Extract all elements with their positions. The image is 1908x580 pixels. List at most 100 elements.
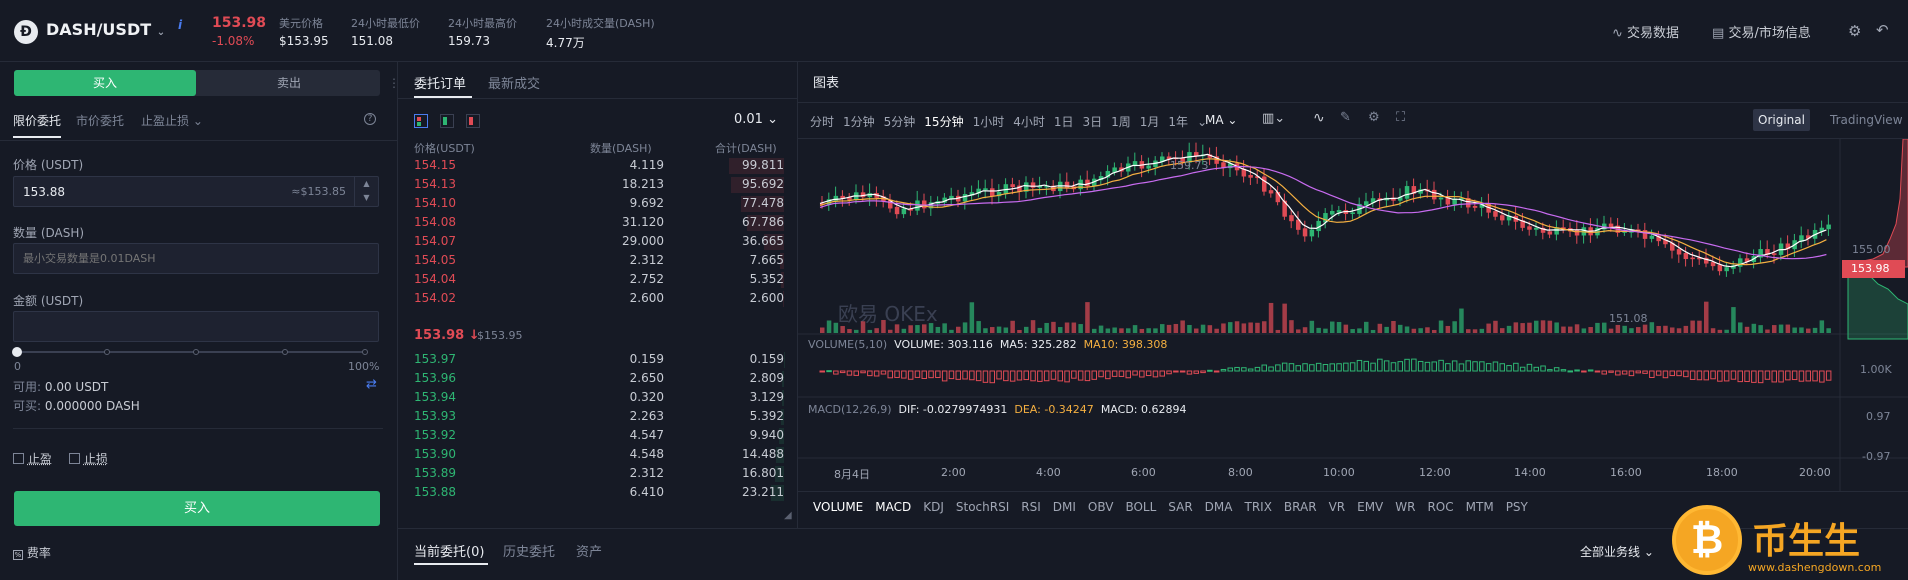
indicator-tab[interactable]: BRAR: [1284, 500, 1317, 514]
resize-handle-icon[interactable]: ◢: [784, 510, 792, 521]
submit-buy-button[interactable]: 买入: [14, 491, 380, 526]
candlestick-chart[interactable]: 欧易 OKEx: [798, 139, 1908, 491]
fullscreen-icon[interactable]: ⛶: [1396, 110, 1405, 125]
indicator-tab[interactable]: EMV: [1357, 500, 1383, 514]
indicator-tab[interactable]: DMA: [1205, 500, 1233, 514]
take-profit-option[interactable]: 止盈: [13, 450, 52, 467]
view-bids-icon[interactable]: [440, 114, 454, 128]
tab-latest-trades[interactable]: 最新成交: [488, 73, 540, 92]
transfer-icon[interactable]: ⇄: [366, 377, 377, 392]
amount-input[interactable]: [13, 243, 379, 274]
volume-bar: [1527, 322, 1532, 333]
ask-row[interactable]: 154.07 29.000 36.665: [414, 233, 784, 251]
interval-option[interactable]: 5分钟: [884, 115, 916, 129]
macd-bar: [873, 370, 880, 377]
ask-row[interactable]: 154.13 18.213 95.692: [414, 176, 784, 194]
bid-row[interactable]: 153.96 2.650 2.809: [414, 370, 784, 388]
slider-tick[interactable]: [362, 349, 368, 355]
pair-selector[interactable]: DASH/USDT ⌄: [46, 20, 165, 39]
tab-order-book[interactable]: 委托订单: [414, 73, 466, 92]
bid-row[interactable]: 153.92 4.547 9.940: [414, 427, 784, 445]
view-tradingview-button[interactable]: TradingView: [1830, 113, 1903, 127]
indicator-tab[interactable]: VR: [1329, 500, 1346, 514]
precision-select[interactable]: 0.01 ⌄: [734, 112, 778, 127]
checkbox[interactable]: [69, 453, 80, 464]
slider-tick[interactable]: [193, 349, 199, 355]
indicator-tab[interactable]: KDJ: [923, 500, 944, 514]
caret-down-icon[interactable]: ▼: [363, 193, 369, 202]
market-info-link[interactable]: ▤ 交易/市场信息: [1712, 22, 1811, 41]
order-type-stop[interactable]: 止盈止损 ⌄: [141, 112, 203, 129]
interval-option[interactable]: 1小时: [973, 115, 1005, 129]
indicator-tab[interactable]: MTM: [1466, 500, 1494, 514]
checkbox[interactable]: [13, 453, 24, 464]
indicator-tab[interactable]: StochRSI: [956, 500, 1009, 514]
help-icon[interactable]: ?: [364, 113, 376, 125]
indicator-icon[interactable]: ∿: [1313, 110, 1325, 126]
ask-row[interactable]: 154.02 2.600 2.600: [414, 290, 784, 308]
interval-option[interactable]: 1年: [1168, 115, 1188, 129]
bid-row[interactable]: 153.90 4.548 14.488: [414, 446, 784, 464]
indicator-tab[interactable]: MACD: [875, 500, 911, 514]
view-asks-icon[interactable]: [466, 114, 480, 128]
total-input[interactable]: [13, 311, 379, 342]
info-icon[interactable]: i: [178, 18, 188, 32]
amount-slider-handle[interactable]: [12, 347, 22, 357]
amount-slider-track[interactable]: [16, 351, 365, 353]
interval-option[interactable]: 3日: [1083, 115, 1103, 129]
indicator-tab[interactable]: TRIX: [1244, 500, 1271, 514]
price-stepper[interactable]: ▲ ▼: [354, 177, 378, 206]
indicator-tab[interactable]: PSY: [1506, 500, 1528, 514]
tab-order-history[interactable]: 历史委托: [503, 541, 555, 560]
ask-row[interactable]: 154.04 2.752 5.352: [414, 271, 784, 289]
chart-settings-icon[interactable]: ⚙: [1368, 110, 1380, 125]
indicator-tab[interactable]: DMI: [1053, 500, 1076, 514]
buy-tab[interactable]: 买入: [14, 70, 196, 96]
interval-option[interactable]: 1月: [1140, 115, 1160, 129]
fee-rate-link[interactable]: % 费率: [13, 544, 51, 561]
bid-row[interactable]: 153.93 2.263 5.392: [414, 408, 784, 426]
caret-up-icon[interactable]: ▲: [363, 179, 369, 188]
ask-row[interactable]: 154.10 9.692 77.478: [414, 195, 784, 213]
slider-tick[interactable]: [104, 349, 110, 355]
slider-tick[interactable]: [282, 349, 288, 355]
bid-row[interactable]: 153.97 0.159 0.159: [414, 351, 784, 369]
bid-row[interactable]: 153.94 0.320 3.129: [414, 389, 784, 407]
interval-option[interactable]: 1日: [1054, 115, 1074, 129]
ask-row[interactable]: 154.15 4.119 99.811: [414, 157, 784, 175]
indicator-tab[interactable]: VOLUME: [813, 500, 863, 514]
interval-option[interactable]: 15分钟: [924, 115, 963, 129]
tab-assets[interactable]: 资产: [576, 541, 602, 560]
volume-bar: [1697, 320, 1702, 333]
indicator-tab[interactable]: BOLL: [1125, 500, 1156, 514]
draw-tool-icon[interactable]: ✎: [1340, 110, 1351, 125]
view-original-button[interactable]: Original: [1753, 109, 1810, 131]
ask-row[interactable]: 154.05 2.312 7.665: [414, 252, 784, 270]
indicator-tab[interactable]: SAR: [1168, 500, 1192, 514]
order-type-market[interactable]: 市价委托: [76, 112, 124, 129]
business-line-filter[interactable]: 全部业务线 ⌄: [1580, 543, 1654, 560]
interval-option[interactable]: 分时: [810, 115, 834, 129]
interval-option[interactable]: 4小时: [1013, 115, 1045, 129]
trade-data-link[interactable]: ∿ 交易数据: [1612, 22, 1679, 41]
indicator-tab[interactable]: RSI: [1021, 500, 1041, 514]
stop-loss-option[interactable]: 止损: [69, 450, 108, 467]
ask-row[interactable]: 154.08 31.120 67.786: [414, 214, 784, 232]
indicator-tab[interactable]: ROC: [1427, 500, 1453, 514]
undo-arrow-icon[interactable]: ↶: [1876, 21, 1889, 39]
interval-option[interactable]: 1分钟: [843, 115, 875, 129]
order-type-limit[interactable]: 限价委托: [13, 112, 61, 129]
indicator-tab[interactable]: OBV: [1088, 500, 1114, 514]
sell-tab[interactable]: 卖出: [198, 70, 380, 96]
candle-type-icon[interactable]: ▥⌄: [1262, 111, 1285, 126]
tab-current-orders[interactable]: 当前委托(0): [414, 541, 484, 560]
bid-row[interactable]: 153.89 2.312 16.801: [414, 465, 784, 483]
indicator-tab[interactable]: WR: [1395, 500, 1415, 514]
ma-select[interactable]: MA ⌄: [1205, 113, 1237, 127]
price-input[interactable]: 153.88 ≈$153.85 ▲ ▼: [13, 176, 379, 207]
view-both-icon[interactable]: [414, 114, 428, 128]
settings-gear-icon[interactable]: ⚙: [1848, 22, 1861, 40]
interval-option[interactable]: 1周: [1111, 115, 1131, 129]
bid-row[interactable]: 153.88 6.410 23.211: [414, 484, 784, 502]
volume-bar: [1411, 328, 1417, 333]
